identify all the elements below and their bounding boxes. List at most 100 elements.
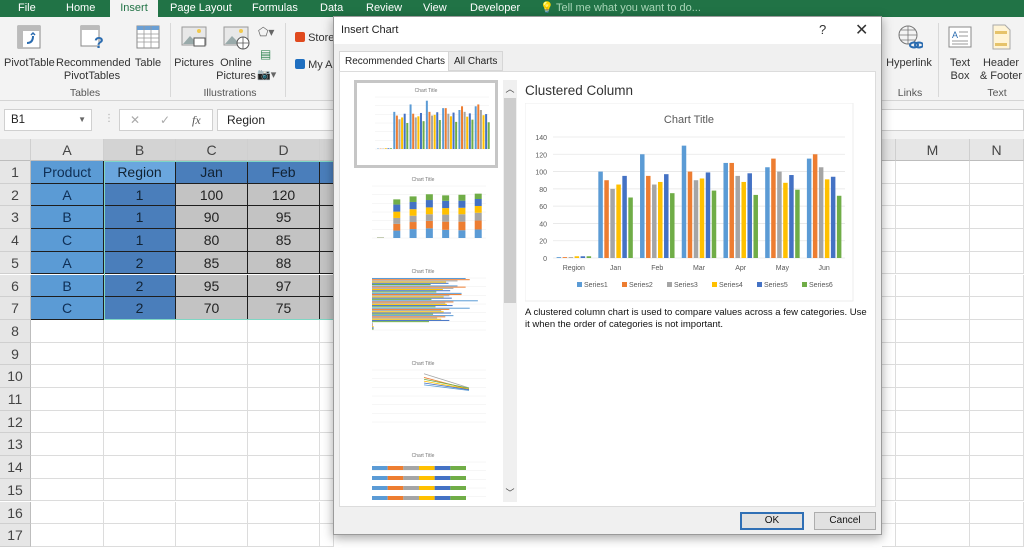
cell[interactable] bbox=[882, 229, 896, 252]
cell[interactable]: 1 bbox=[104, 206, 176, 230]
cell[interactable] bbox=[104, 342, 176, 366]
cell[interactable]: B bbox=[31, 206, 104, 230]
row-header[interactable]: 15 bbox=[0, 478, 31, 502]
cancel-button[interactable]: Cancel bbox=[814, 512, 876, 530]
cell[interactable] bbox=[970, 524, 1024, 547]
cell[interactable] bbox=[882, 433, 896, 457]
cell[interactable] bbox=[970, 161, 1024, 184]
cell[interactable] bbox=[970, 274, 1024, 298]
header-cell[interactable] bbox=[320, 161, 334, 184]
row-header[interactable]: 17 bbox=[0, 524, 31, 547]
cell[interactable]: 95 bbox=[176, 274, 248, 298]
cell[interactable] bbox=[882, 297, 896, 320]
column-header-D[interactable]: D bbox=[248, 139, 320, 161]
cell[interactable] bbox=[320, 456, 334, 479]
cell[interactable] bbox=[896, 478, 970, 502]
cell[interactable] bbox=[970, 342, 1024, 366]
cell[interactable]: 80 bbox=[176, 229, 248, 252]
ok-button[interactable]: OK bbox=[740, 512, 804, 530]
tab-home[interactable]: Home bbox=[64, 0, 97, 17]
cell[interactable] bbox=[248, 319, 320, 343]
cell[interactable] bbox=[320, 410, 334, 434]
cell[interactable] bbox=[248, 388, 320, 411]
cell[interactable] bbox=[320, 183, 334, 207]
cell[interactable] bbox=[896, 456, 970, 479]
cell[interactable]: 95 bbox=[248, 206, 320, 230]
cell[interactable]: 85 bbox=[248, 229, 320, 252]
cell[interactable] bbox=[882, 410, 896, 434]
tab-developer[interactable]: Developer bbox=[468, 0, 522, 17]
cell[interactable] bbox=[31, 365, 104, 388]
cancel-icon[interactable]: ✕ bbox=[130, 113, 140, 127]
cell[interactable] bbox=[320, 229, 334, 252]
cell[interactable] bbox=[248, 456, 320, 479]
screenshot-icon[interactable]: 📷▾ bbox=[257, 68, 276, 81]
cell[interactable] bbox=[176, 433, 248, 457]
cell[interactable] bbox=[896, 524, 970, 547]
recommended-pivottables-button[interactable]: ? Recommended PivotTables bbox=[56, 23, 131, 83]
column-header-E[interactable] bbox=[320, 139, 334, 161]
tab-formulas[interactable]: Formulas bbox=[250, 0, 300, 17]
cell[interactable] bbox=[104, 478, 176, 502]
cell[interactable] bbox=[248, 501, 320, 525]
row-header[interactable]: 11 bbox=[0, 388, 31, 411]
row-header[interactable]: 16 bbox=[0, 501, 31, 525]
cell[interactable] bbox=[970, 388, 1024, 411]
cell[interactable] bbox=[970, 478, 1024, 502]
online-pictures-button[interactable]: Online Pictures bbox=[216, 23, 256, 83]
cell[interactable] bbox=[320, 365, 334, 388]
cell[interactable]: C bbox=[31, 297, 104, 320]
pivot-table-button[interactable]: PivotTable bbox=[4, 23, 55, 70]
cell[interactable]: A bbox=[31, 183, 104, 207]
cell[interactable]: 85 bbox=[176, 251, 248, 275]
cell[interactable] bbox=[104, 365, 176, 388]
cell[interactable] bbox=[970, 206, 1024, 230]
cell[interactable] bbox=[176, 478, 248, 502]
tab-review[interactable]: Review bbox=[364, 0, 404, 17]
cell[interactable] bbox=[882, 274, 896, 298]
cell[interactable] bbox=[896, 342, 970, 366]
column-header-N[interactable]: N bbox=[970, 139, 1024, 161]
column-header-C[interactable]: C bbox=[176, 139, 248, 161]
tab-insert[interactable]: Insert bbox=[110, 0, 158, 17]
cell[interactable]: 70 bbox=[176, 297, 248, 320]
cell[interactable] bbox=[970, 183, 1024, 207]
column-header-M[interactable]: M bbox=[896, 139, 970, 161]
cell[interactable] bbox=[31, 410, 104, 434]
cell[interactable]: 2 bbox=[104, 274, 176, 298]
cell[interactable] bbox=[176, 410, 248, 434]
cell[interactable] bbox=[320, 274, 334, 298]
row-header[interactable]: 13 bbox=[0, 433, 31, 457]
cell[interactable] bbox=[104, 319, 176, 343]
cell[interactable] bbox=[248, 365, 320, 388]
cell[interactable] bbox=[896, 183, 970, 207]
cell[interactable] bbox=[882, 456, 896, 479]
cell[interactable]: 1 bbox=[104, 183, 176, 207]
cell[interactable] bbox=[248, 524, 320, 547]
cell[interactable] bbox=[896, 433, 970, 457]
cell[interactable] bbox=[320, 524, 334, 547]
cell[interactable] bbox=[882, 388, 896, 411]
column-header-A[interactable]: A bbox=[31, 139, 104, 161]
cell[interactable] bbox=[896, 365, 970, 388]
row-header[interactable]: 4 bbox=[0, 229, 31, 252]
text-box-button[interactable]: A Text Box bbox=[943, 23, 977, 83]
cell[interactable] bbox=[320, 251, 334, 275]
cell[interactable] bbox=[320, 319, 334, 343]
row-header[interactable]: 12 bbox=[0, 410, 31, 434]
cell[interactable] bbox=[970, 251, 1024, 275]
chart-thumbnail-clustered-column[interactable]: Chart Title bbox=[354, 80, 498, 168]
cell[interactable] bbox=[882, 319, 896, 343]
cell[interactable]: 75 bbox=[248, 297, 320, 320]
cell[interactable] bbox=[31, 456, 104, 479]
cell[interactable] bbox=[31, 501, 104, 525]
cell[interactable] bbox=[248, 410, 320, 434]
cell[interactable] bbox=[970, 297, 1024, 320]
cell[interactable] bbox=[320, 297, 334, 320]
cell[interactable] bbox=[320, 433, 334, 457]
cell[interactable] bbox=[320, 501, 334, 525]
cell[interactable]: 1 bbox=[104, 229, 176, 252]
insert-function-icon[interactable]: fx bbox=[192, 113, 201, 128]
cell[interactable] bbox=[320, 206, 334, 230]
row-header[interactable]: 8 bbox=[0, 319, 31, 343]
